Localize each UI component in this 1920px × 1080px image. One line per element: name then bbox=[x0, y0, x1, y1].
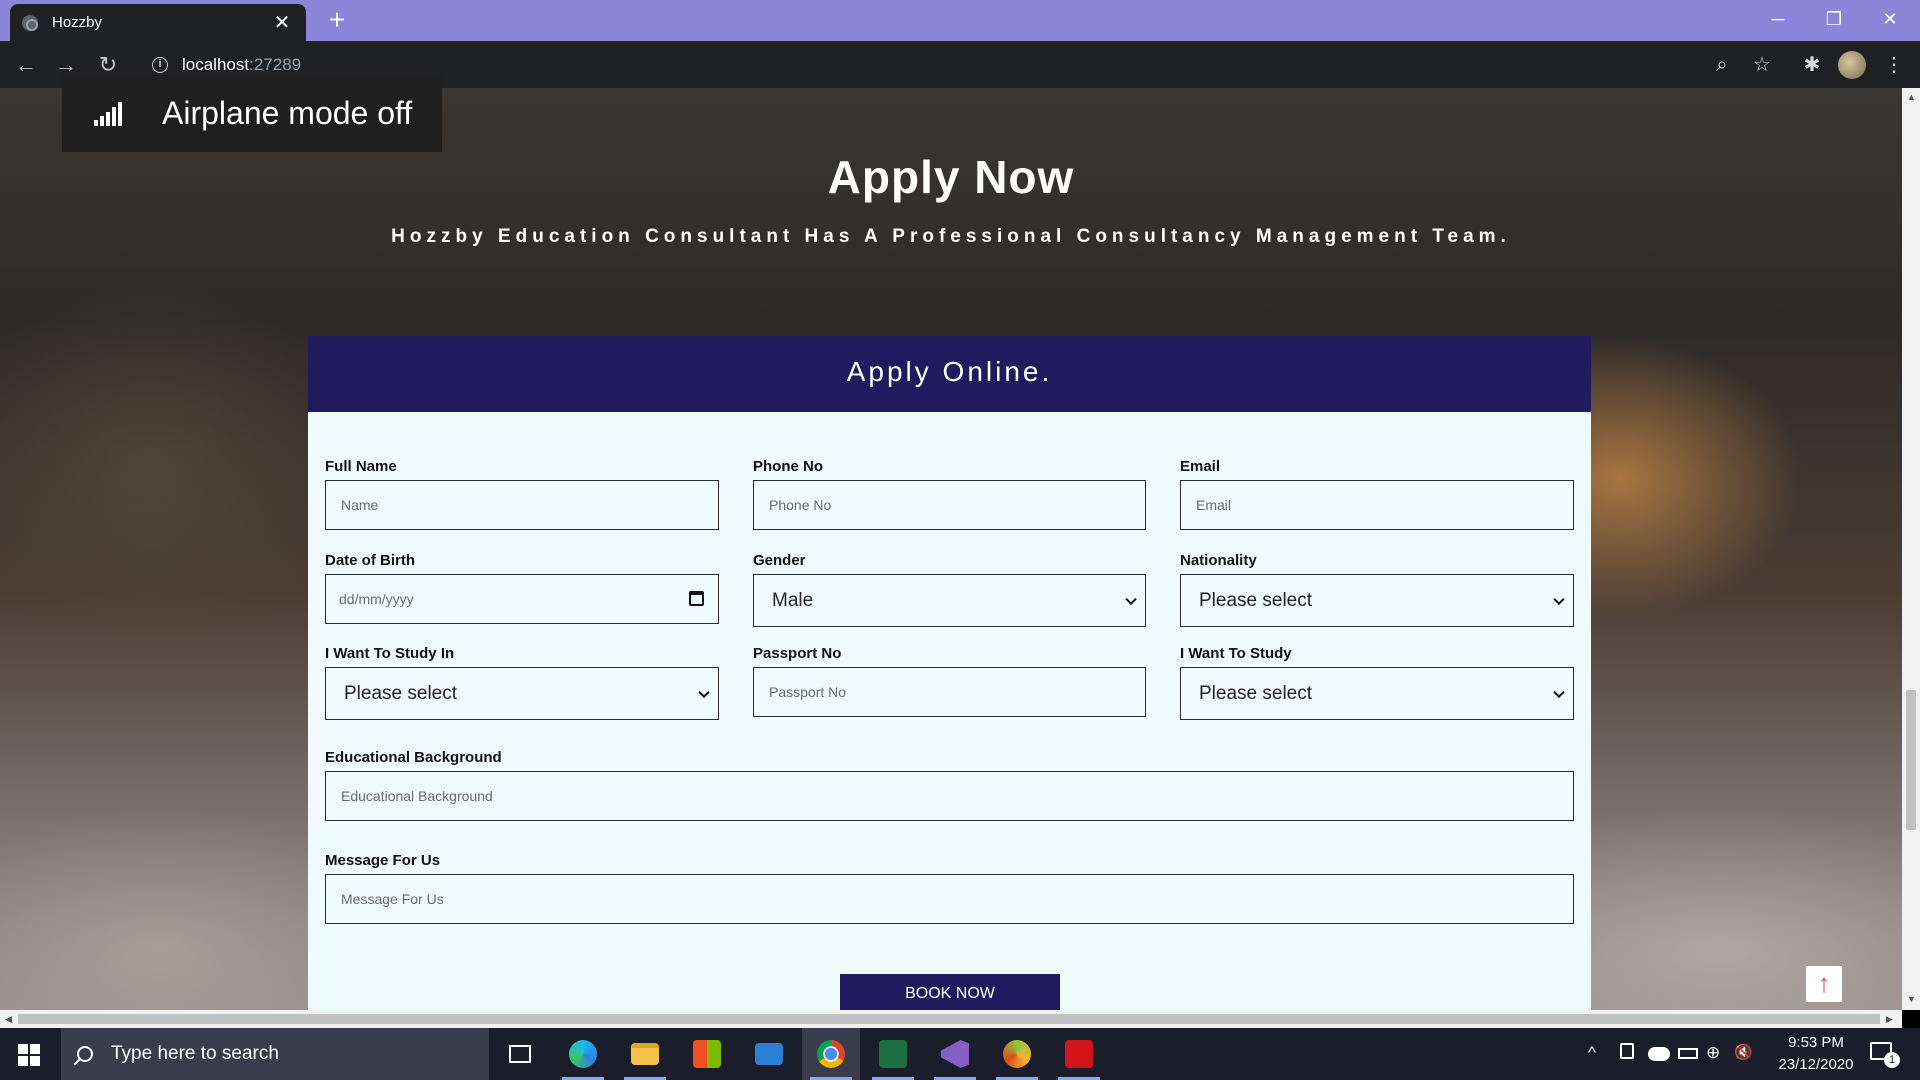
toast-text: Airplane mode off bbox=[162, 95, 413, 131]
education-input[interactable] bbox=[325, 771, 1574, 821]
scroll-left-arrow-icon[interactable]: ◀ bbox=[5, 1014, 12, 1025]
swirl-app-icon[interactable] bbox=[988, 1028, 1046, 1080]
minimize-button[interactable]: ─ bbox=[1750, 0, 1806, 41]
page-title: Apply Now bbox=[827, 151, 1075, 203]
form-header: Apply Online. bbox=[308, 336, 1591, 412]
windows-start-icon[interactable] bbox=[18, 1044, 40, 1066]
apply-form-card: Apply Online. Full Name Phone No Email D… bbox=[308, 336, 1591, 1010]
horizontal-scrollbar[interactable]: ◀ ▶ bbox=[0, 1010, 1902, 1028]
nationality-label: Nationality bbox=[1180, 552, 1257, 569]
network-globe-icon[interactable]: ⊕ bbox=[1706, 1043, 1720, 1063]
gender-label: Gender bbox=[753, 552, 806, 569]
scroll-down-arrow-icon[interactable]: ▼ bbox=[1907, 994, 1916, 1004]
taskbar-search-box[interactable]: Type here to search bbox=[61, 1028, 489, 1080]
acrobat-icon[interactable] bbox=[1050, 1028, 1108, 1080]
full-name-label: Full Name bbox=[325, 458, 397, 475]
taskbar-search-placeholder: Type here to search bbox=[111, 1043, 279, 1064]
study-value: Please select bbox=[1199, 682, 1313, 704]
email-input[interactable] bbox=[1180, 480, 1574, 530]
email-label: Email bbox=[1180, 458, 1221, 475]
browser-menu-icon[interactable]: ⋮ bbox=[1880, 51, 1908, 79]
tab-title: Hozzby bbox=[52, 14, 103, 31]
nationality-select[interactable]: Please select bbox=[1180, 574, 1574, 627]
search-icon bbox=[77, 1046, 93, 1062]
excel-icon[interactable] bbox=[864, 1028, 922, 1080]
study-in-select[interactable]: Please select bbox=[325, 667, 719, 720]
dob-placeholder: dd/mm/yyyy bbox=[339, 591, 414, 607]
windows-taskbar: Type here to search ^ ⊕ 🔇 9:53 PM 23/12/… bbox=[0, 1028, 1920, 1080]
bookmark-star-icon[interactable]: ☆ bbox=[1748, 51, 1776, 79]
onedrive-cloud-icon[interactable] bbox=[1648, 1047, 1670, 1061]
full-name-input[interactable] bbox=[325, 480, 719, 530]
phone-input[interactable] bbox=[753, 480, 1146, 530]
url-port: :27289 bbox=[249, 55, 302, 74]
study-label: I Want To Study bbox=[1180, 645, 1292, 662]
chrome-icon[interactable] bbox=[802, 1028, 860, 1080]
zoom-icon[interactable]: ⌕ bbox=[1708, 51, 1736, 79]
extensions-icon[interactable]: ✱ bbox=[1798, 51, 1826, 79]
passport-input[interactable] bbox=[753, 667, 1146, 717]
profile-avatar[interactable] bbox=[1838, 51, 1866, 79]
page-subtitle: Hozzby Education Consultant Has A Profes… bbox=[391, 226, 1511, 247]
taskbar-clock[interactable]: 9:53 PM 23/12/2020 bbox=[1766, 1032, 1866, 1076]
message-label: Message For Us bbox=[325, 852, 441, 869]
study-in-label: I Want To Study In bbox=[325, 645, 455, 662]
scroll-to-top-button[interactable]: ↑ bbox=[1806, 966, 1842, 1002]
gender-select[interactable]: Male bbox=[753, 574, 1146, 627]
close-window-button[interactable]: ✕ bbox=[1862, 0, 1918, 41]
study-select[interactable]: Please select bbox=[1180, 667, 1574, 720]
file-explorer-icon[interactable] bbox=[616, 1028, 674, 1080]
browser-tab[interactable]: Hozzby ✕ bbox=[10, 4, 306, 41]
chevron-down-icon bbox=[1125, 593, 1137, 605]
horizontal-scroll-thumb[interactable] bbox=[18, 1014, 1880, 1024]
close-tab-icon[interactable]: ✕ bbox=[270, 10, 294, 35]
visual-studio-icon[interactable] bbox=[926, 1028, 984, 1080]
gender-value: Male bbox=[772, 589, 814, 611]
study-in-value: Please select bbox=[344, 682, 458, 704]
volume-muted-icon[interactable]: 🔇 bbox=[1734, 1043, 1753, 1061]
globe-icon bbox=[22, 14, 38, 31]
chevron-down-icon bbox=[1553, 686, 1565, 698]
phone-label: Phone No bbox=[753, 458, 823, 475]
scroll-up-arrow-icon[interactable]: ▲ bbox=[1907, 92, 1916, 102]
notification-center-icon[interactable]: 1 bbox=[1870, 1042, 1900, 1068]
vertical-scroll-thumb[interactable] bbox=[1906, 690, 1916, 830]
notification-count-badge: 1 bbox=[1884, 1052, 1900, 1068]
clock-time: 9:53 PM bbox=[1788, 1034, 1844, 1051]
device-icon[interactable] bbox=[1620, 1043, 1634, 1059]
signal-icon bbox=[94, 101, 124, 126]
chevron-down-icon bbox=[1553, 593, 1565, 605]
back-button[interactable]: ← bbox=[10, 49, 42, 81]
restore-button[interactable]: ❐ bbox=[1806, 0, 1862, 41]
tray-overflow-chevron-icon[interactable]: ^ bbox=[1588, 1043, 1596, 1063]
passport-label: Passport No bbox=[753, 645, 842, 662]
page-viewport: Apply Now Hozzby Education Consultant Ha… bbox=[0, 88, 1902, 1010]
site-info-icon[interactable]: i bbox=[152, 57, 168, 73]
dob-input[interactable]: dd/mm/yyyy bbox=[325, 574, 719, 624]
clock-date: 23/12/2020 bbox=[1778, 1056, 1854, 1073]
education-label: Educational Background bbox=[325, 749, 502, 766]
calendar-icon[interactable] bbox=[689, 591, 704, 606]
scroll-right-arrow-icon[interactable]: ▶ bbox=[1886, 1014, 1893, 1025]
mail-icon[interactable] bbox=[740, 1028, 798, 1080]
browser-tab-bar: Hozzby ✕ + ─ ❐ ✕ bbox=[0, 0, 1920, 41]
message-input[interactable] bbox=[325, 874, 1574, 924]
airplane-mode-toast: Airplane mode off bbox=[62, 75, 442, 152]
new-tab-button[interactable]: + bbox=[322, 6, 352, 34]
dob-label: Date of Birth bbox=[325, 552, 415, 569]
nationality-value: Please select bbox=[1199, 589, 1313, 611]
task-view-icon[interactable] bbox=[491, 1028, 549, 1080]
vertical-scrollbar[interactable]: ▲ ▼ bbox=[1902, 88, 1920, 1010]
book-now-button[interactable]: BOOK NOW bbox=[840, 974, 1060, 1010]
chevron-down-icon bbox=[698, 686, 710, 698]
store-icon[interactable] bbox=[678, 1028, 736, 1080]
url-host: localhost bbox=[182, 55, 250, 74]
battery-icon[interactable] bbox=[1678, 1048, 1698, 1059]
edge-icon[interactable] bbox=[554, 1028, 612, 1080]
